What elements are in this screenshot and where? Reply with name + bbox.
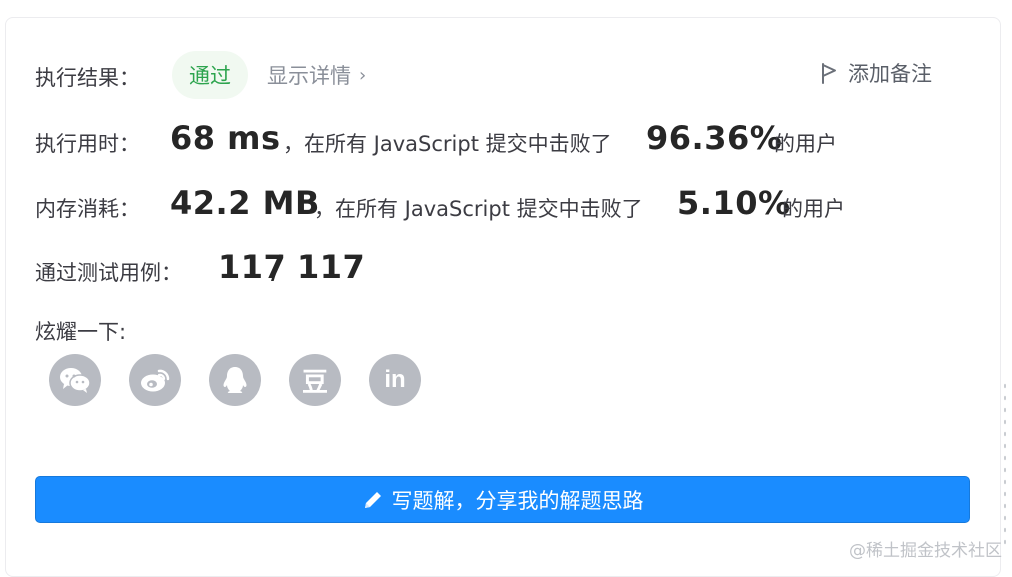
linkedin-share-button[interactable]: in [369, 354, 421, 406]
scroll-edge [1002, 380, 1008, 550]
write-solution-button[interactable]: 写题解，分享我的解题思路 [35, 476, 970, 523]
weibo-share-button[interactable] [129, 354, 181, 406]
tests-separator: / [271, 248, 283, 286]
add-note-label: 添加备注 [848, 62, 932, 86]
pencil-icon [364, 491, 381, 508]
douban-share-button[interactable]: 豆 [289, 354, 341, 406]
status-badge: 通过 [172, 51, 248, 99]
chevron-right-icon: › [359, 64, 367, 86]
linkedin-icon: in [384, 366, 406, 393]
runtime-percent: 96.36% [646, 119, 783, 157]
tests-label: 通过测试用例： [35, 261, 182, 285]
wechat-share-button[interactable] [49, 354, 101, 406]
wechat-icon [60, 368, 91, 393]
runtime-suffix: 的用户 [774, 132, 837, 156]
share-label: 炫耀一下: [35, 320, 127, 344]
tests-total: 117 [297, 248, 366, 286]
result-label: 执行结果： [35, 66, 140, 90]
show-details-label: 显示详情 [267, 64, 351, 88]
watermark: @稀土掘金技术社区 [849, 541, 1002, 561]
flag-icon [822, 63, 836, 84]
add-note-button[interactable]: 添加备注 [820, 58, 932, 88]
runtime-text: ，在所有 JavaScript 提交中击败了 [283, 132, 612, 156]
memory-label: 内存消耗： [35, 197, 140, 221]
memory-value: 42.2 MB [170, 184, 320, 222]
douban-icon: 豆 [301, 367, 328, 398]
memory-suffix: 的用户 [782, 197, 845, 221]
runtime-value: 68 ms [170, 119, 281, 157]
write-solution-label: 写题解，分享我的解题思路 [391, 488, 644, 513]
qq-share-button[interactable] [209, 354, 261, 406]
weibo-icon [141, 369, 170, 392]
qq-icon [223, 367, 247, 393]
memory-percent: 5.10% [677, 184, 791, 222]
show-details-link[interactable]: 显示详情 › [267, 60, 366, 90]
memory-text: ，在所有 JavaScript 提交中击败了 [314, 197, 643, 221]
runtime-label: 执行用时： [35, 132, 140, 156]
